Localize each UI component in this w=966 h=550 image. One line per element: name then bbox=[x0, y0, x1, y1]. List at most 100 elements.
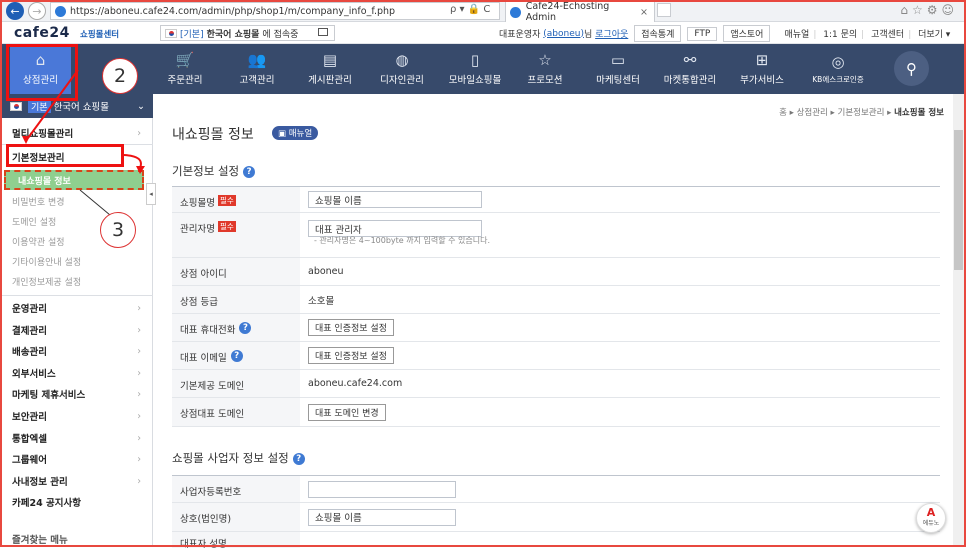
chevron-right-icon: › bbox=[137, 127, 141, 139]
table-row: 상호(법인명) 쇼핑몰 이름 bbox=[172, 503, 940, 532]
cafe24-logo[interactable]: cafe24 bbox=[14, 25, 70, 41]
marketing-icon: ▭ bbox=[610, 51, 626, 69]
new-tab-button[interactable] bbox=[657, 3, 671, 17]
more-link[interactable]: 더보기 ▾ bbox=[918, 30, 950, 40]
chevron-right-icon: › bbox=[137, 453, 141, 465]
appstore-button[interactable]: 앱스토어 bbox=[723, 25, 771, 42]
ie-icon bbox=[55, 5, 66, 17]
help-icon[interactable]: ? bbox=[292, 452, 305, 465]
chevron-right-icon: › bbox=[137, 302, 141, 314]
breadcrumb-basic-info[interactable]: 기본정보관리 bbox=[838, 108, 885, 118]
sidebar-item-internal-info[interactable]: 사내정보 관리 › bbox=[0, 470, 153, 492]
sidebar-item-operations[interactable]: 운영관리 › bbox=[0, 297, 153, 319]
chevron-down-icon: ⌄ bbox=[137, 100, 145, 112]
nav-design-management[interactable]: ◍ 디자인관리 bbox=[375, 44, 429, 94]
sidebar-item-multishop[interactable]: 멀티쇼핑몰관리 › bbox=[0, 122, 153, 144]
sidebar-subitem-label: 이용약관 설정 bbox=[12, 237, 65, 248]
shop-name-input[interactable]: 쇼핑몰 이름 bbox=[308, 191, 482, 208]
chevron-right-icon: › bbox=[137, 432, 141, 444]
sidebar-item-marketing-partner[interactable]: 마케팅 제휴서비스 › bbox=[0, 383, 153, 405]
sidebar-item-label: 멀티쇼핑몰관리 bbox=[12, 129, 74, 140]
browser-tab[interactable]: Cafe24-Echosting Admin × bbox=[505, 1, 655, 23]
sidebar-subitem-my-shop-info[interactable]: 내쇼핑몰 정보 bbox=[4, 170, 144, 190]
manual-button[interactable]: ▣ 매뉴얼 bbox=[272, 126, 319, 140]
nav-order-management[interactable]: 🛒 주문관리 bbox=[160, 44, 210, 94]
breadcrumb-store[interactable]: 상점관리 bbox=[797, 108, 828, 118]
row-label-shop-id: 상점 아이디 bbox=[172, 258, 300, 285]
manual-link[interactable]: 매뉴얼 bbox=[784, 30, 809, 40]
nav-label: 주문관리 bbox=[167, 75, 203, 86]
help-icon[interactable]: ? bbox=[243, 165, 256, 178]
table-row: 관리자명 필수 대표 관리자 - 관리자명은 4~100byte 까지 입력할 수… bbox=[172, 213, 940, 258]
main-navigation: ⌂ 상점관리 상 🛒 주문관리 👥 고객관리 ▤ 게시판관리 ◍ 디자인관리 ▯… bbox=[0, 44, 966, 94]
sidebar-item-label: 결제관리 bbox=[12, 326, 47, 337]
page-scrollbar[interactable] bbox=[953, 94, 964, 545]
logout-link[interactable]: 로그아웃 bbox=[595, 27, 628, 40]
sidebar-item-external[interactable]: 외부서비스 › bbox=[0, 362, 153, 384]
help-icon[interactable]: ? bbox=[239, 322, 252, 334]
sidebar-collapse-button[interactable]: ◂ bbox=[146, 183, 156, 205]
sidebar-item-label: 카페24 공지사항 bbox=[12, 498, 81, 509]
edu-float-button[interactable]: A 에듀노 bbox=[916, 503, 946, 533]
customer-center-link[interactable]: 고객센터 bbox=[871, 30, 904, 40]
table-row: 대표 휴대전화? 대표 인증정보 설정 bbox=[172, 314, 940, 342]
sidebar-item-groupware[interactable]: 그룹웨어 › bbox=[0, 448, 153, 470]
nav-board-management[interactable]: ▤ 게시판관리 bbox=[303, 44, 357, 94]
forward-button[interactable]: → bbox=[28, 2, 46, 20]
monitor-icon[interactable] bbox=[318, 28, 328, 36]
nav-market-integration[interactable]: ⚯ 마켓통합관리 bbox=[655, 44, 725, 94]
bizno-input[interactable] bbox=[308, 480, 456, 498]
nav-customer-management[interactable]: 👥 고객관리 bbox=[232, 44, 282, 94]
language-shop-selector[interactable]: [기본] 한국어 쇼핑몰 에 접속중 bbox=[160, 25, 335, 41]
palette-icon: ◍ bbox=[395, 51, 409, 69]
admin-prefix: 대표운영자 bbox=[499, 30, 541, 40]
inquiry-link[interactable]: 1:1 문의 bbox=[823, 30, 857, 40]
sidebar-subitem-privacy[interactable]: 개인정보제공 설정 bbox=[0, 271, 153, 291]
browser-toolbar-icons[interactable]: ⌂☆⚙☺ bbox=[900, 3, 958, 17]
address-bar[interactable]: https://aboneu.cafe24.com/admin/php/shop… bbox=[50, 2, 500, 20]
highlight-store-management bbox=[6, 44, 78, 101]
table-row: 상점대표 도메인 대표 도메인 변경 bbox=[172, 398, 940, 427]
breadcrumb-home[interactable]: 홈 bbox=[779, 108, 787, 118]
nav-label: 고객관리 bbox=[239, 75, 275, 86]
nav-kb-escrow[interactable]: ◎ KB에스크로인증 bbox=[808, 44, 868, 94]
sidebar-subitem-password[interactable]: 비밀번호 변경 bbox=[0, 191, 153, 211]
row-label-domain: 기본제공 도메인 bbox=[172, 370, 300, 397]
chevron-right-icon: › bbox=[137, 367, 141, 379]
sidebar-item-notice[interactable]: 카페24 공지사항 bbox=[0, 491, 153, 513]
sidebar-item-payment[interactable]: 결제관리 › bbox=[0, 319, 153, 341]
sidebar-item-security[interactable]: 보안관리 › bbox=[0, 405, 153, 427]
scrollbar-thumb[interactable] bbox=[954, 130, 963, 270]
email-auth-button[interactable]: 대표 인증정보 설정 bbox=[308, 347, 394, 364]
admin-id-link[interactable]: (aboneu) bbox=[543, 29, 584, 39]
search-button[interactable]: ⚲ bbox=[894, 51, 929, 86]
address-bar-icons[interactable]: ρ ▾ 🔒 C bbox=[450, 4, 490, 15]
sidebar-lang-name: 한국어 쇼핑몰 bbox=[53, 102, 110, 113]
tab-close-icon[interactable]: × bbox=[640, 7, 648, 18]
search-icon: ⚲ bbox=[906, 59, 917, 78]
change-domain-button[interactable]: 대표 도메인 변경 bbox=[308, 403, 386, 421]
sidebar-item-label: 마케팅 제휴서비스 bbox=[12, 390, 86, 401]
chevron-right-icon: › bbox=[137, 388, 141, 400]
cart-icon: 🛒 bbox=[175, 51, 195, 69]
company-input[interactable]: 쇼핑몰 이름 bbox=[308, 508, 456, 526]
tab-title: Cafe24-Echosting Admin bbox=[525, 1, 610, 23]
board-icon: ▤ bbox=[322, 51, 338, 69]
sidebar-item-shipping[interactable]: 배송관리 › bbox=[0, 340, 153, 362]
table-row: 상점 아이디 aboneu bbox=[172, 258, 940, 286]
nav-addon-services[interactable]: ⊞ 부가서비스 bbox=[732, 44, 792, 94]
access-stats-button[interactable]: 접속통계 bbox=[634, 25, 682, 42]
nav-mobile-shop[interactable]: ▯ 모바일쇼핑몰 bbox=[445, 44, 505, 94]
nav-label: 프로모션 bbox=[527, 75, 563, 86]
phone-auth-button[interactable]: 대표 인증정보 설정 bbox=[308, 319, 394, 336]
sidebar-subitem-label: 도메인 설정 bbox=[12, 217, 57, 228]
nav-marketing-center[interactable]: ▭ 마케팅센터 bbox=[588, 44, 648, 94]
star-icon: ☆ bbox=[538, 51, 552, 69]
sidebar-item-excel[interactable]: 통합엑셀 › bbox=[0, 427, 153, 449]
help-icon[interactable]: ? bbox=[230, 350, 243, 362]
ftp-button[interactable]: FTP bbox=[687, 26, 718, 41]
section-label: 기본정보 설정 bbox=[172, 164, 240, 178]
sidebar-subitem-other-guide[interactable]: 기타이용안내 설정 bbox=[0, 251, 153, 271]
back-button[interactable]: ← bbox=[6, 2, 24, 20]
nav-promotion[interactable]: ☆ 프로모션 bbox=[520, 44, 570, 94]
